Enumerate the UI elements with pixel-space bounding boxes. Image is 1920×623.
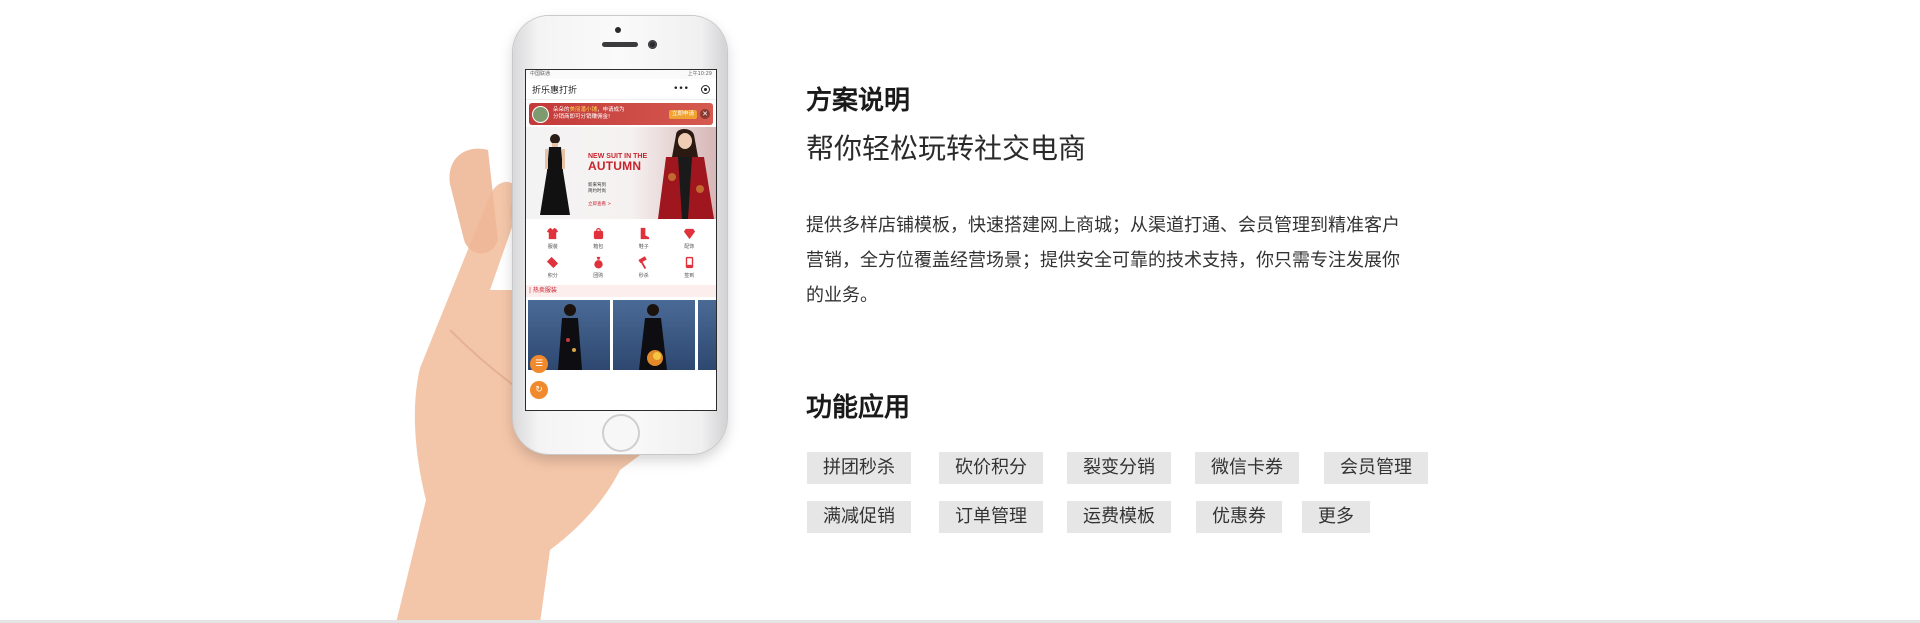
tag-coupon[interactable]: 优惠券 bbox=[1196, 501, 1282, 533]
category-label: 配饰 bbox=[684, 244, 695, 250]
category-item-shoes[interactable]: 鞋子 bbox=[621, 227, 667, 250]
tag-wechat-cards[interactable]: 微信卡券 bbox=[1195, 452, 1299, 484]
app-title: 折乐惠打折 bbox=[532, 85, 578, 96]
phone-icon bbox=[685, 256, 693, 269]
description-line: 提供多样店铺模板，快速搭建网上商城；从渠道打通、会员管理到精准客户 bbox=[806, 215, 1400, 236]
autumn-banner[interactable]: NEW SUIT IN THE AUTUMN 新来驾到 简约时尚 立即查看 > bbox=[526, 127, 716, 219]
model-red-coat-image bbox=[658, 129, 714, 219]
category-label: 秒杀 bbox=[638, 273, 649, 279]
promo-text: 朵朵的美丽潘小铺，申请成为 分销商即可分销赚佣金! bbox=[553, 107, 669, 121]
promo-text-prefix: 朵朵的 bbox=[553, 107, 570, 113]
banner-headline: NEW SUIT IN THE AUTUMN bbox=[588, 153, 647, 172]
category-item-flash-sale[interactable]: 秒杀 bbox=[621, 256, 667, 279]
hot-product-row bbox=[526, 297, 716, 373]
category-item-clothing[interactable]: 服装 bbox=[530, 227, 576, 250]
status-bar: 中国联通 上午10:29 bbox=[526, 70, 716, 79]
category-label: 积分 bbox=[547, 273, 558, 279]
phone-sensor bbox=[615, 27, 621, 33]
close-target-icon[interactable] bbox=[701, 84, 710, 94]
home-button[interactable] bbox=[602, 414, 640, 452]
plan-subtitle: 帮你轻松玩转社交电商 bbox=[806, 132, 1087, 165]
description-line: 营销，全方位覆盖经营场景；提供安全可靠的技术支持，你只需专注发展你 bbox=[806, 250, 1400, 271]
boot-icon bbox=[640, 227, 650, 240]
phone-mockup: 中国联通 上午10:29 折乐惠打折 ••• 朵朵的美丽潘小铺，申请成为 分销商… bbox=[513, 16, 727, 454]
phone-speaker bbox=[602, 42, 638, 47]
phone-screen: 中国联通 上午10:29 折乐惠打折 ••• 朵朵的美丽潘小铺，申请成为 分销商… bbox=[525, 69, 717, 411]
diamond-icon bbox=[683, 228, 695, 240]
category-grid: 服装 箱包 鞋子 配饰 积分 团购 秒杀 签到 bbox=[526, 219, 716, 283]
more-dots-icon[interactable]: ••• bbox=[673, 84, 689, 94]
app-title-bar: 折乐惠打折 ••• bbox=[526, 79, 716, 100]
distributor-promo-bar[interactable]: 朵朵的美丽潘小铺，申请成为 分销商即可分销赚佣金! 立即申请 ✕ bbox=[529, 103, 713, 125]
hammer-icon bbox=[638, 256, 647, 269]
tag-member-management[interactable]: 会员管理 bbox=[1324, 452, 1428, 484]
miniapp-controls: ••• bbox=[673, 84, 710, 94]
ticket-icon bbox=[547, 256, 559, 269]
clock-label: 上午10:29 bbox=[687, 71, 712, 77]
promo-text-suffix: ，申请成为 bbox=[597, 107, 625, 113]
bag-icon bbox=[593, 227, 603, 240]
banner-subtext: 新来驾到 简约时尚 bbox=[588, 183, 606, 195]
tag-group-buy-flash-sale[interactable]: 拼团秒杀 bbox=[807, 452, 911, 484]
plan-description: 提供多样店铺模板，快速搭建网上商城；从渠道打通、会员管理到精准客户 营销，全方位… bbox=[806, 208, 1486, 313]
features-title: 功能应用 bbox=[806, 393, 911, 423]
tag-order-management[interactable]: 订单管理 bbox=[939, 501, 1043, 533]
category-item-group-buy[interactable]: 团购 bbox=[576, 256, 622, 279]
category-item-points[interactable]: 积分 bbox=[530, 256, 576, 279]
category-item-sign-in[interactable]: 签到 bbox=[667, 256, 713, 279]
tag-more[interactable]: 更多 bbox=[1302, 501, 1370, 533]
close-icon[interactable]: ✕ bbox=[700, 109, 710, 119]
category-label: 箱包 bbox=[593, 244, 604, 250]
tag-shipping-template[interactable]: 运费模板 bbox=[1067, 501, 1171, 533]
banner-headline-line2: AUTUMN bbox=[588, 159, 642, 173]
avatar bbox=[532, 105, 549, 123]
shirt-icon bbox=[547, 227, 559, 240]
promo-shop-name: 美丽潘小铺 bbox=[569, 107, 598, 113]
category-item-accessories[interactable]: 配饰 bbox=[667, 227, 713, 250]
banner-sub-line2: 简约时尚 bbox=[588, 189, 606, 194]
promo-text-line2: 分销商即可分销赚佣金! bbox=[553, 114, 611, 120]
category-label: 鞋子 bbox=[638, 244, 649, 250]
menu-icon[interactable]: ☰ bbox=[530, 355, 548, 373]
category-label: 服装 bbox=[547, 244, 558, 250]
product-image bbox=[639, 304, 667, 370]
model-black-dress-image bbox=[540, 134, 570, 215]
apply-now-button[interactable]: 立即申请 bbox=[668, 109, 697, 119]
refresh-icon[interactable]: ↻ bbox=[530, 381, 548, 399]
tag-fission-distribution[interactable]: 裂变分销 bbox=[1067, 452, 1171, 484]
hot-section-header: | 热卖服装 bbox=[526, 285, 716, 297]
plan-title: 方案说明 bbox=[806, 86, 911, 116]
money-bag-icon bbox=[594, 256, 603, 269]
tag-discount-promotion[interactable]: 满减促销 bbox=[807, 501, 911, 533]
phone-camera bbox=[648, 40, 657, 49]
tag-bargain-points[interactable]: 砍价积分 bbox=[939, 452, 1043, 484]
category-label: 团购 bbox=[593, 273, 604, 279]
category-label: 签到 bbox=[684, 273, 695, 279]
description-line: 的业务。 bbox=[806, 285, 878, 306]
category-item-bags[interactable]: 箱包 bbox=[576, 227, 622, 250]
product-card[interactable] bbox=[698, 300, 716, 370]
banner-view-link[interactable]: 立即查看 > bbox=[588, 201, 611, 207]
product-card[interactable] bbox=[613, 300, 695, 370]
carrier-label: 中国联通 bbox=[530, 71, 551, 77]
